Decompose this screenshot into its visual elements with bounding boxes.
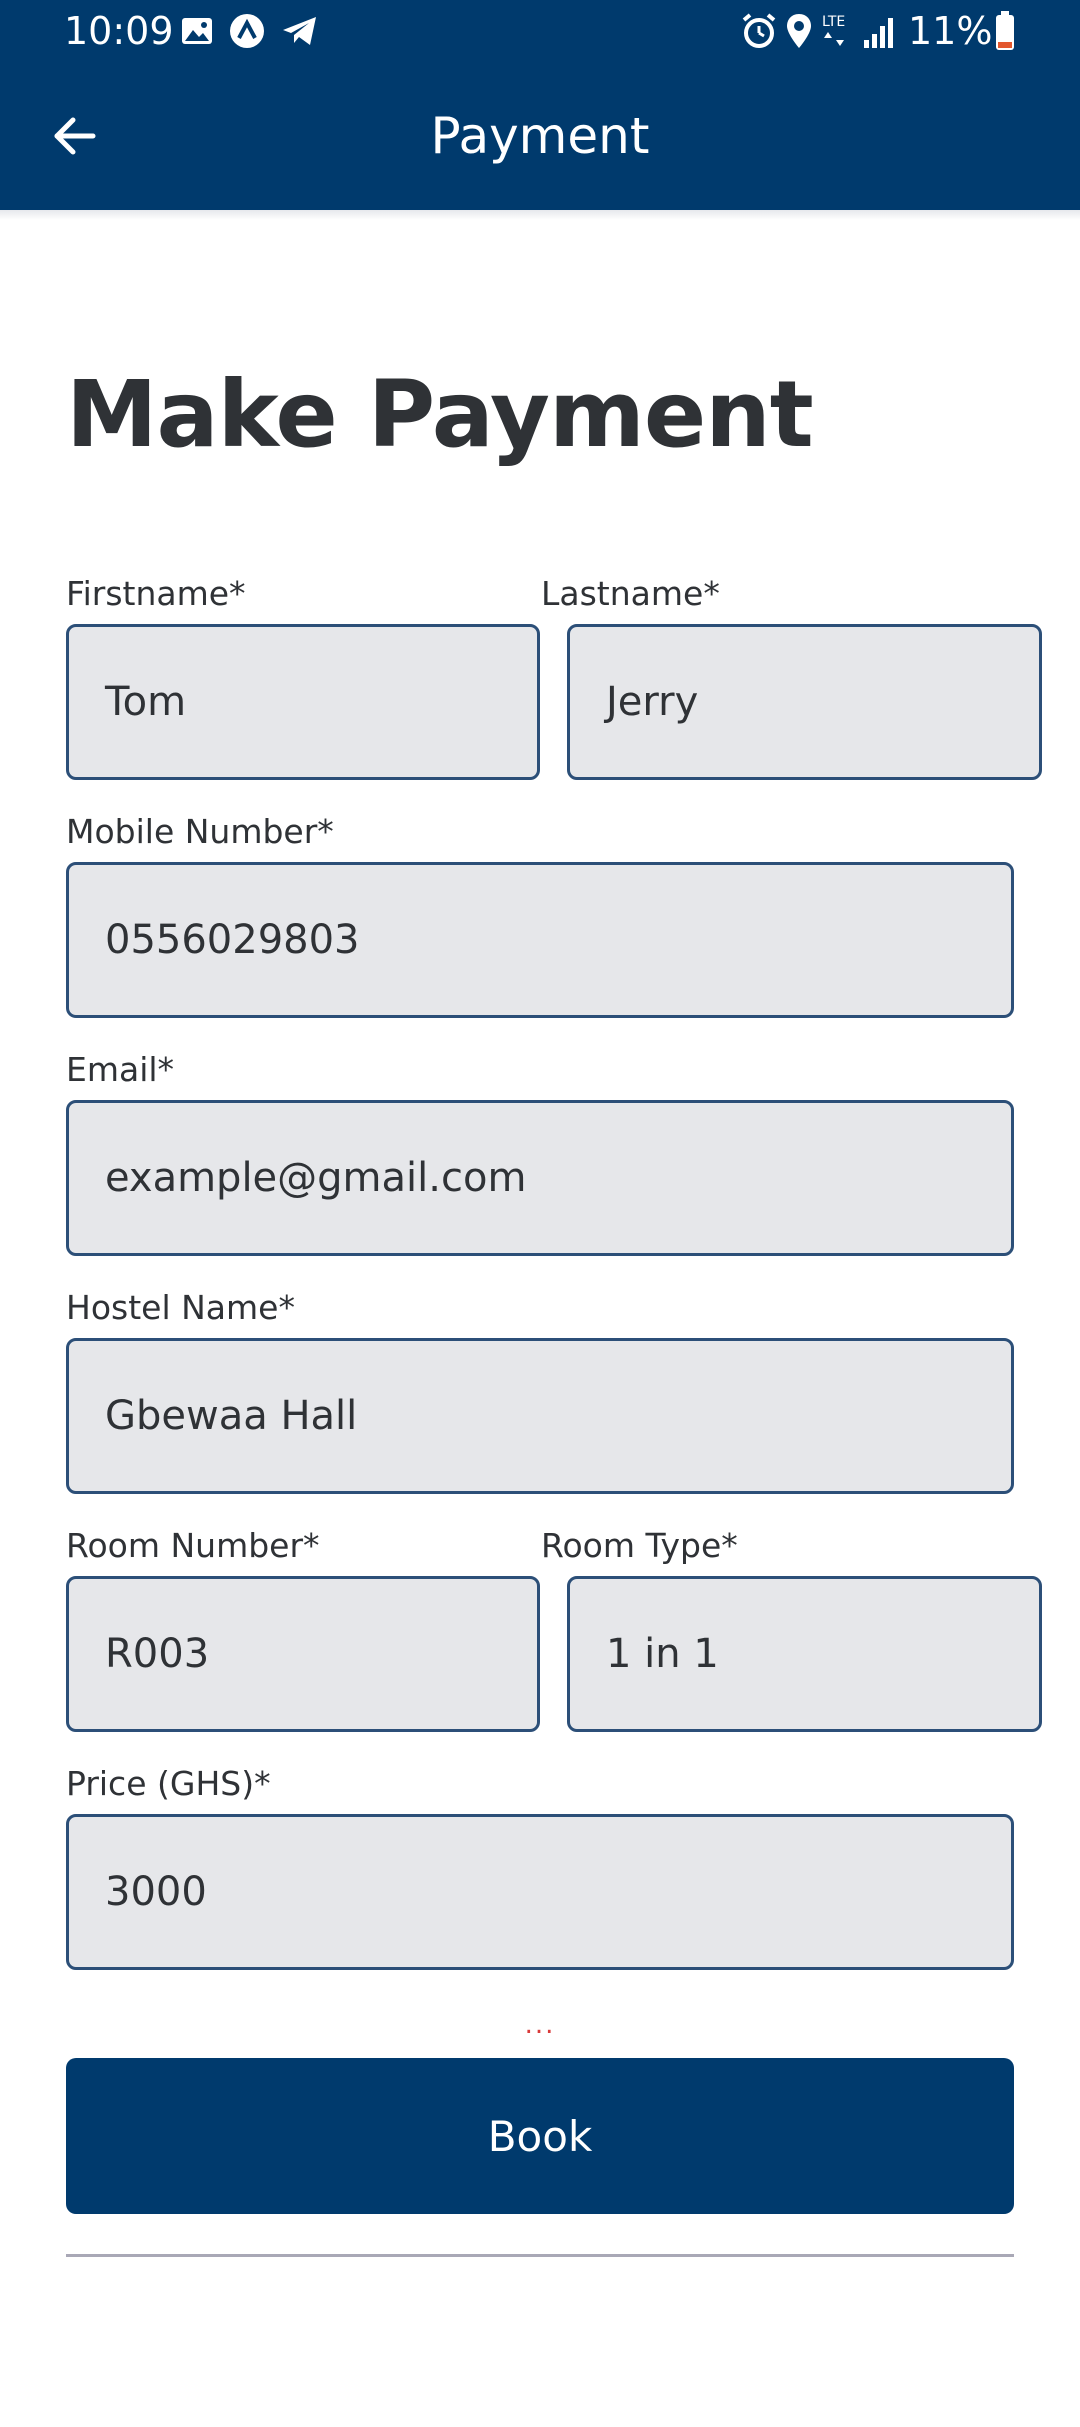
app-bar-shadow [0,210,1080,220]
status-bar: 10:09 LTE 11% [0,0,1080,62]
lte-icon: LTE [822,14,845,46]
arrow-left-icon [54,117,96,155]
room-type-field[interactable]: 1 in 1 [567,1576,1042,1732]
hostel-name-label: Hostel Name* [66,1288,295,1327]
signal-icon [864,18,893,48]
back-button[interactable] [36,98,112,174]
divider [66,2254,1014,2257]
status-time: 10:09 [64,9,174,53]
room-number-field[interactable]: R003 [66,1576,540,1732]
mobile-number-field[interactable]: 0556029803 [66,862,1014,1018]
book-button[interactable]: Book [66,2058,1014,2214]
price-label: Price (GHS)* [66,1764,271,1803]
hostel-name-field[interactable]: Gbewaa Hall [66,1338,1014,1494]
page-title: Make Payment [66,361,814,468]
alarm-icon [742,13,776,48]
price-field[interactable]: 3000 [66,1814,1014,1970]
location-icon [787,14,811,48]
room-type-label: Room Type* [541,1526,738,1565]
app-bar: Payment [0,62,1080,210]
error-message: ... [524,2010,556,2040]
app-notification-icon [230,14,264,48]
battery-percent: 11% [908,9,993,53]
lastname-label: Lastname* [541,574,720,613]
app-bar-title: Payment [430,107,650,165]
lastname-field[interactable]: Jerry [567,624,1042,780]
mobile-number-label: Mobile Number* [66,812,334,851]
payment-screen: 10:09 LTE 11% Payment Make Payment First… [0,0,1080,2427]
room-number-label: Room Number* [66,1526,320,1565]
firstname-label: Firstname* [66,574,246,613]
gallery-icon [182,18,212,44]
email-label: Email* [66,1050,175,1089]
svg-text:LTE: LTE [822,14,845,30]
email-field[interactable]: example@gmail.com [66,1100,1014,1256]
telegram-icon [283,17,316,45]
battery-icon [996,11,1014,50]
firstname-field[interactable]: Tom [66,624,540,780]
